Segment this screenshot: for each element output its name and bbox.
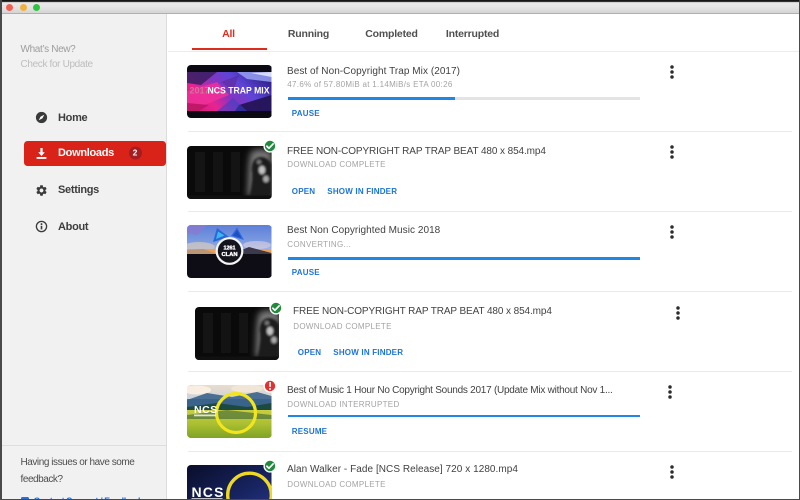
svg-text:NCS: NCS: [192, 484, 225, 498]
svg-text:CLAN: CLAN: [221, 252, 237, 258]
svg-text:NCS: NCS: [194, 404, 218, 416]
svg-text:NCS TRAP MIX: NCS TRAP MIX: [208, 86, 270, 96]
svg-text:1261: 1261: [224, 246, 236, 252]
